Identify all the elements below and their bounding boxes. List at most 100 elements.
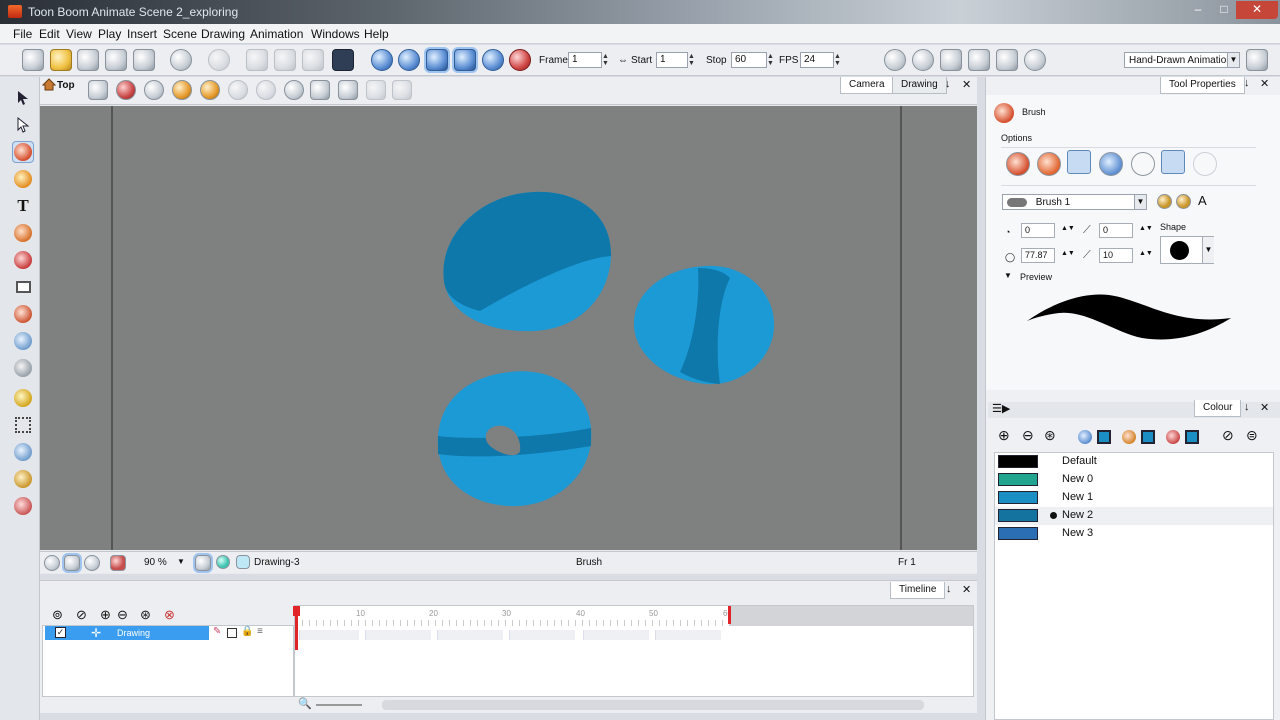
close-button[interactable]: ✕ (1236, 1, 1278, 19)
start-input[interactable]: 1 (656, 52, 688, 68)
safe-area-icon[interactable] (64, 555, 80, 571)
toggle-mode-icon[interactable] (366, 80, 386, 100)
max-size-input[interactable]: 77.87 (1021, 248, 1055, 263)
menu-help[interactable]: Help (364, 27, 389, 41)
rotate-tool-icon[interactable] (912, 49, 934, 71)
timeline-zoom-slider[interactable] (316, 704, 362, 706)
layer-colour-box[interactable] (227, 628, 237, 638)
tab-drawing[interactable]: Drawing (892, 77, 947, 94)
flip-vertical-icon[interactable] (200, 80, 220, 100)
delete-preset-icon[interactable] (1176, 194, 1191, 209)
hand-tool-icon[interactable] (12, 357, 34, 379)
shape-select[interactable]: ▼ (1160, 236, 1214, 264)
close-panel-icon[interactable]: ✕ (962, 583, 971, 596)
menu-file[interactable]: File (13, 27, 32, 41)
stop-render-icon[interactable] (509, 49, 531, 71)
new-scene-icon[interactable] (22, 49, 44, 71)
preview-toggle-icon[interactable]: ▼ (1004, 271, 1012, 280)
texture-icon[interactable]: ⊛ (1044, 427, 1056, 444)
cut-icon[interactable] (246, 49, 268, 71)
panel-menu-icon[interactable]: ↓ (1244, 401, 1250, 413)
frame-input[interactable]: 1 (568, 52, 602, 68)
home-icon[interactable] (41, 78, 57, 91)
menu-view[interactable]: View (66, 27, 92, 41)
spline-tool-icon[interactable] (12, 468, 34, 490)
colour-item-new-3[interactable]: New 3 (995, 525, 1273, 543)
auto-close-gap-icon[interactable] (1037, 152, 1061, 176)
sound-scrub-icon[interactable] (454, 49, 476, 71)
respect-protected-icon[interactable] (1131, 152, 1155, 176)
spline-offset-icon[interactable] (1024, 49, 1046, 71)
colour-item-default[interactable]: Default (995, 453, 1273, 471)
line-colour-icon[interactable] (1078, 430, 1092, 444)
close-panel-icon[interactable]: ✕ (1260, 77, 1269, 90)
layer-row[interactable]: ✓ ✛ Drawing ✎ 🔒 ≡ (45, 626, 293, 640)
colour-item-new-2[interactable]: New 2 (995, 507, 1273, 525)
contour-smoothing-spinner[interactable]: ▲▼ (1139, 250, 1153, 257)
brush-preset-select[interactable]: Brush 1 ▼ (1002, 194, 1147, 210)
draw-behind-icon[interactable] (1006, 152, 1030, 176)
save-preset-icon[interactable] (1157, 194, 1172, 209)
preview-mode-icon[interactable] (392, 80, 412, 100)
dropper-tool-icon[interactable] (12, 303, 34, 325)
menu-animation[interactable]: Animation (250, 27, 303, 41)
remove-colour-icon[interactable]: ⊖ (1022, 427, 1034, 444)
reset-view-icon[interactable] (284, 80, 304, 100)
menu-scene[interactable]: Scene (163, 27, 197, 41)
rotate-cw-icon[interactable] (228, 80, 248, 100)
crosshair-icon[interactable] (44, 555, 60, 571)
auto-light-table-icon[interactable] (144, 80, 164, 100)
eraser-tool-icon[interactable] (12, 222, 34, 244)
pivot-tool-icon[interactable] (12, 441, 34, 463)
flip-horizontal-icon[interactable] (172, 80, 192, 100)
shape-swatch-icon[interactable] (1185, 430, 1199, 444)
tab-timeline[interactable]: Timeline (890, 582, 946, 599)
reset-rotation-icon[interactable] (338, 80, 358, 100)
copy-icon[interactable] (274, 49, 296, 71)
play-icon[interactable] (371, 49, 393, 71)
undo-icon[interactable] (170, 49, 192, 71)
open-icon[interactable] (50, 49, 72, 71)
auto-create-colour-art-icon[interactable] (1099, 152, 1123, 176)
delete-keyframe-icon[interactable]: ⊗ (164, 607, 175, 623)
tab-tool-properties[interactable]: Tool Properties (1160, 77, 1245, 94)
panel-menu-icon[interactable]: ↓ (945, 78, 951, 90)
paste-icon[interactable] (302, 49, 324, 71)
drawing-stage[interactable] (40, 106, 977, 550)
settings-gear-icon[interactable] (84, 555, 100, 571)
colour-item-new-0[interactable]: New 0 (995, 471, 1273, 489)
maximize-button[interactable]: □ (1210, 1, 1238, 19)
max-size-spinner[interactable]: ▲▼ (1061, 250, 1075, 257)
zoom-level[interactable]: 90 % (144, 557, 167, 568)
menu-insert[interactable]: Insert (127, 27, 157, 41)
zoom-dropdown-icon[interactable]: ▼ (177, 557, 185, 566)
fps-input[interactable]: 24 (800, 52, 834, 68)
fps-spinner[interactable]: ▲ ▼ (834, 53, 841, 67)
move-tool-icon[interactable] (884, 49, 906, 71)
pencil-icon[interactable]: ✎ (213, 626, 221, 637)
save-icon[interactable] (77, 49, 99, 71)
layer-menu-icon[interactable]: ≡ (257, 626, 263, 637)
close-panel-icon[interactable]: ✕ (962, 78, 971, 91)
import-icon[interactable] (133, 49, 155, 71)
zoom-tool-icon[interactable] (12, 330, 34, 352)
play-selection-icon[interactable] (482, 49, 504, 71)
save-as-icon[interactable] (105, 49, 127, 71)
preview-icon[interactable] (110, 555, 126, 571)
menu-play[interactable]: Play (98, 27, 121, 41)
envelope-tool-icon[interactable] (12, 414, 34, 436)
tab-camera[interactable]: Camera (840, 77, 894, 94)
onion-skin-icon[interactable] (12, 495, 34, 517)
contour-smoothing-input[interactable]: 10 (1099, 248, 1133, 263)
playhead-handle[interactable] (293, 606, 300, 616)
close-panel-icon[interactable]: ✕ (1260, 401, 1269, 414)
reset-zoom-icon[interactable] (310, 80, 330, 100)
text-settings-icon[interactable]: A (1198, 193, 1207, 208)
colour-item-new-1[interactable]: New 1 (995, 489, 1273, 507)
smoothing-input[interactable]: 0 (1099, 223, 1133, 238)
contour-editor-icon[interactable] (12, 114, 34, 136)
light-table-icon[interactable] (116, 80, 136, 100)
panel-menu-icon[interactable]: ↓ (1244, 77, 1250, 89)
grid-snap-icon[interactable] (1193, 152, 1217, 176)
onion-skin-toggle-icon[interactable]: ⊚ (52, 607, 63, 623)
